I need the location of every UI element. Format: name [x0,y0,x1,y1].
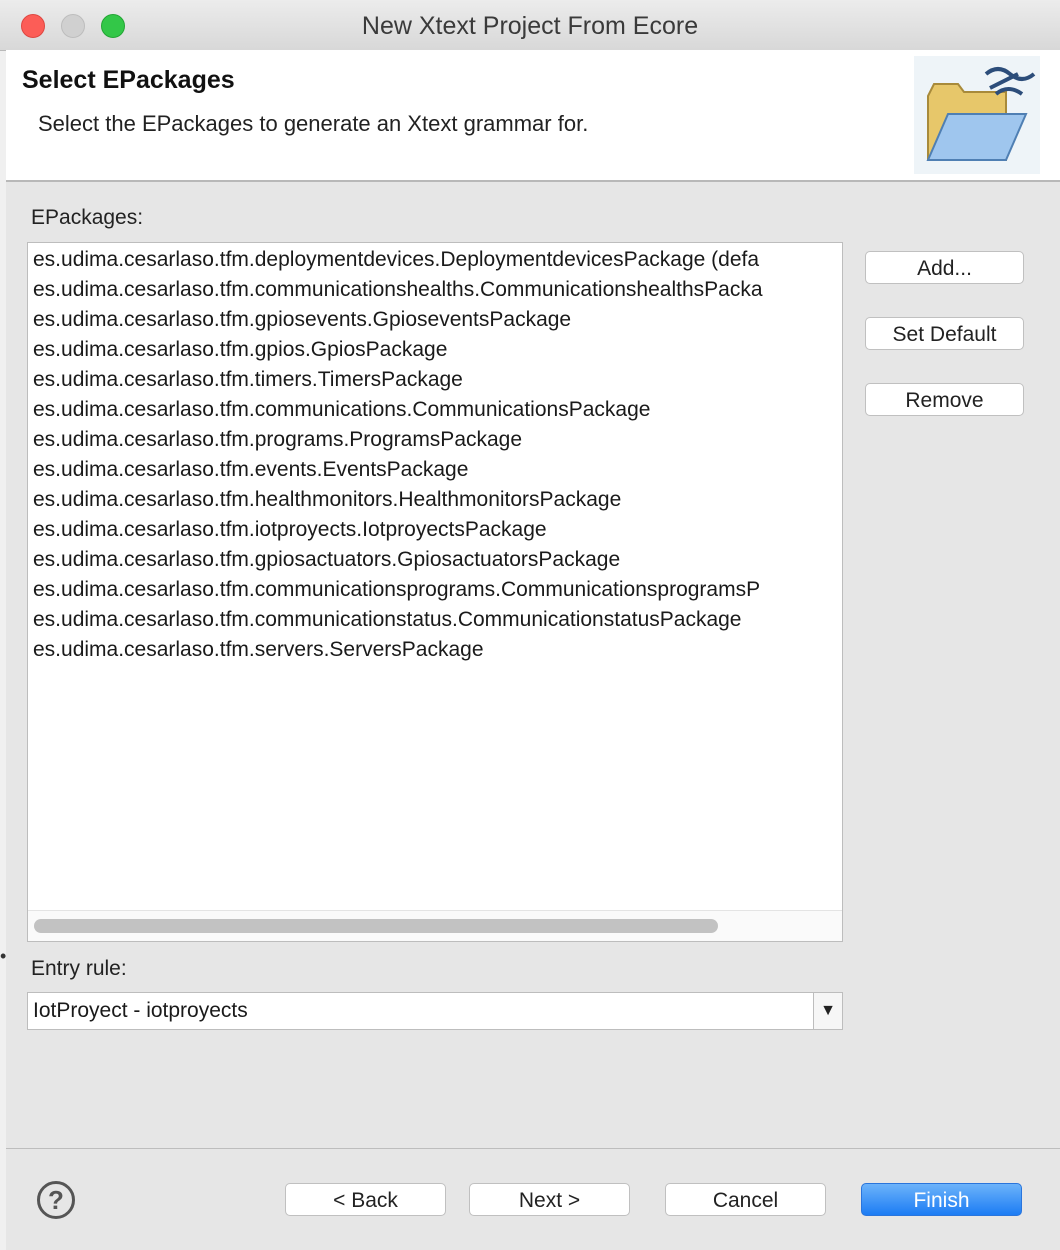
background-window-edge: • [0,946,7,966]
back-button[interactable]: < Back [285,1183,446,1216]
epackage-list-item[interactable]: es.udima.cesarlaso.tfm.communicationshea… [33,275,842,305]
epackage-list-item[interactable]: es.udima.cesarlaso.tfm.communicationstat… [33,605,842,635]
epackage-list-item[interactable]: es.udima.cesarlaso.tfm.healthmonitors.He… [33,485,842,515]
add-button[interactable]: Add... [865,251,1024,284]
epackage-list-item[interactable]: es.udima.cesarlaso.tfm.programs.Programs… [33,425,842,455]
entry-rule-value: IotProyect - iotproyects [33,999,248,1022]
epackage-list-item[interactable]: es.udima.cesarlaso.tfm.servers.ServersPa… [33,635,842,665]
window-title: New Xtext Project From Ecore [361,12,699,40]
epackage-list-item[interactable]: es.udima.cesarlaso.tfm.gpiosevents.Gpios… [33,305,842,335]
epackage-list-item[interactable]: es.udima.cesarlaso.tfm.gpiosactuators.Gp… [33,545,842,575]
footer-divider [6,1148,1060,1149]
horizontal-scrollbar[interactable] [28,910,842,941]
left-gutter [0,50,6,1250]
remove-button[interactable]: Remove [865,383,1024,416]
epackage-list-item[interactable]: es.udima.cesarlaso.tfm.events.EventsPack… [33,455,842,485]
title-bar: New Xtext Project From Ecore [0,0,1060,51]
horizontal-scrollbar-thumb[interactable] [34,919,718,933]
epackage-list-item[interactable]: es.udima.cesarlaso.tfm.timers.TimersPack… [33,365,842,395]
cancel-button[interactable]: Cancel [665,1183,826,1216]
page-description: Select the EPackages to generate an Xtex… [38,111,589,136]
next-button[interactable]: Next > [469,1183,630,1216]
finish-button[interactable]: Finish [861,1183,1022,1216]
help-icon[interactable]: ? [37,1181,75,1219]
epackages-label: EPackages: [31,206,144,229]
page-title: Select EPackages [22,66,235,94]
epackage-list-item[interactable]: es.udima.cesarlaso.tfm.deploymentdevices… [33,245,842,275]
dropdown-arrow-icon[interactable]: ▼ [813,993,842,1029]
wizard-banner: Select EPackages Select the EPackages to… [6,50,1060,182]
entry-rule-combo[interactable]: IotProyect - iotproyects ▼ [27,992,843,1030]
epackage-list-item[interactable]: es.udima.cesarlaso.tfm.communicationspro… [33,575,842,605]
epackages-list[interactable]: es.udima.cesarlaso.tfm.deploymentdevices… [27,242,843,942]
folder-xtext-icon [914,56,1040,174]
epackages-list-items: es.udima.cesarlaso.tfm.deploymentdevices… [33,245,842,665]
entry-rule-label: Entry rule: [31,957,127,980]
epackage-list-item[interactable]: es.udima.cesarlaso.tfm.communications.Co… [33,395,842,425]
set-default-button[interactable]: Set Default [865,317,1024,350]
epackage-list-item[interactable]: es.udima.cesarlaso.tfm.iotproyects.Iotpr… [33,515,842,545]
epackage-list-item[interactable]: es.udima.cesarlaso.tfm.gpios.GpiosPackag… [33,335,842,365]
